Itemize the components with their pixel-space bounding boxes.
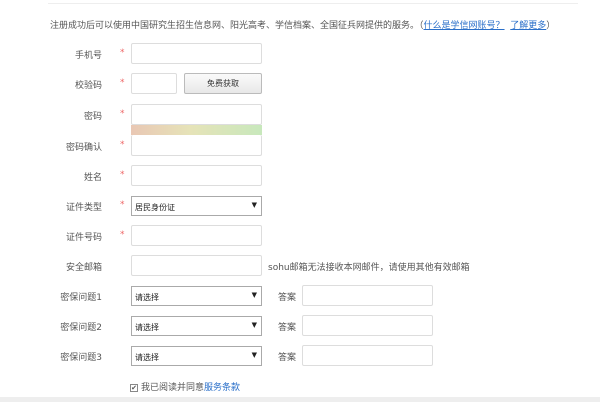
dropdown-arrow-icon: ▼ (251, 201, 257, 209)
dropdown-arrow-icon: ▼ (251, 321, 257, 329)
id-type-label: 证件类型 (65, 203, 102, 213)
get-code-button[interactable]: 免费获取 (184, 73, 262, 94)
answer-label: 答案 (278, 293, 297, 303)
password-confirm-row: 密码确认 * (0, 135, 600, 157)
answer-label: 答案 (278, 353, 297, 363)
phone-row: 手机号 * (0, 43, 600, 65)
required-mark: * (120, 109, 125, 119)
security-question-value: 请选择 (135, 323, 159, 332)
code-input[interactable] (131, 73, 177, 94)
id-type-select[interactable]: 居民身份证 ▼ (131, 196, 262, 216)
id-type-row: 证件类型 * 居民身份证 ▼ (0, 195, 600, 217)
phone-input[interactable] (131, 43, 262, 64)
agree-text: 我已阅读并同意 (141, 383, 205, 393)
intro-message: 注册成功后可以使用中国研究生招生信息网、阳光高考、学信档案、全国征兵网提供的服务… (50, 21, 424, 31)
footer-bar (0, 397, 600, 402)
id-number-row: 证件号码 * (0, 225, 600, 247)
id-number-label: 证件号码 (65, 233, 102, 243)
email-input[interactable] (131, 255, 262, 276)
password-strength-bar (131, 125, 262, 135)
security-question-label: 密保问题1 (60, 293, 102, 303)
security-question-label: 密保问题2 (60, 323, 102, 333)
security-question-label: 密保问题3 (60, 353, 102, 363)
intro-text: 注册成功后可以使用中国研究生招生信息网、阳光高考、学信档案、全国征兵网提供的服务… (50, 18, 555, 31)
security-question-value: 请选择 (135, 293, 159, 302)
email-row: 安全邮箱 sohu邮箱无法接收本网邮件，请使用其他有效邮箱 (0, 255, 600, 277)
name-label: 姓名 (83, 173, 102, 183)
required-mark: * (120, 78, 125, 88)
answer-input[interactable] (302, 315, 433, 336)
password-input[interactable] (131, 104, 262, 125)
security-question-select[interactable]: 请选择 ▼ (131, 316, 262, 336)
phone-label: 手机号 (74, 51, 102, 61)
required-mark: * (120, 230, 125, 240)
security-question-select[interactable]: 请选择 ▼ (131, 346, 262, 366)
learn-more-link[interactable]: 了解更多 (510, 21, 546, 31)
code-label: 校验码 (74, 81, 102, 91)
security-question-row: 密保问题1 请选择 ▼ 答案 (0, 285, 600, 307)
answer-input[interactable] (302, 285, 433, 306)
name-row: 姓名 * (0, 165, 600, 187)
agree-checkbox[interactable]: ✔ (130, 383, 138, 392)
password-confirm-label: 密码确认 (65, 143, 102, 153)
required-mark: * (120, 48, 125, 58)
what-is-account-link[interactable]: 什么是学信网账号？ (424, 21, 505, 31)
id-number-input[interactable] (131, 225, 262, 246)
password-row: 密码 * (0, 104, 600, 126)
intro-close-paren: ） (546, 21, 556, 31)
terms-link[interactable]: 服务条款 (204, 383, 240, 393)
required-mark: * (120, 140, 125, 150)
email-label: 安全邮箱 (65, 263, 102, 273)
security-question-row: 密保问题3 请选择 ▼ 答案 (0, 345, 600, 367)
password-label: 密码 (83, 112, 102, 122)
security-question-value: 请选择 (135, 353, 159, 362)
security-question-row: 密保问题2 请选择 ▼ 答案 (0, 315, 600, 337)
divider (48, 3, 578, 4)
answer-label: 答案 (278, 323, 297, 333)
code-row: 校验码 * 免费获取 (0, 73, 600, 95)
agree-terms: ✔ 我已阅读并同意服务条款 (130, 380, 240, 393)
name-input[interactable] (131, 165, 262, 186)
id-type-value: 居民身份证 (135, 203, 175, 212)
dropdown-arrow-icon: ▼ (251, 291, 257, 299)
security-question-select[interactable]: 请选择 ▼ (131, 286, 262, 306)
required-mark: * (120, 200, 125, 210)
required-mark: * (120, 170, 125, 180)
dropdown-arrow-icon: ▼ (251, 351, 257, 359)
email-hint: sohu邮箱无法接收本网邮件，请使用其他有效邮箱 (268, 263, 470, 273)
password-confirm-input[interactable] (131, 135, 262, 156)
answer-input[interactable] (302, 345, 433, 366)
